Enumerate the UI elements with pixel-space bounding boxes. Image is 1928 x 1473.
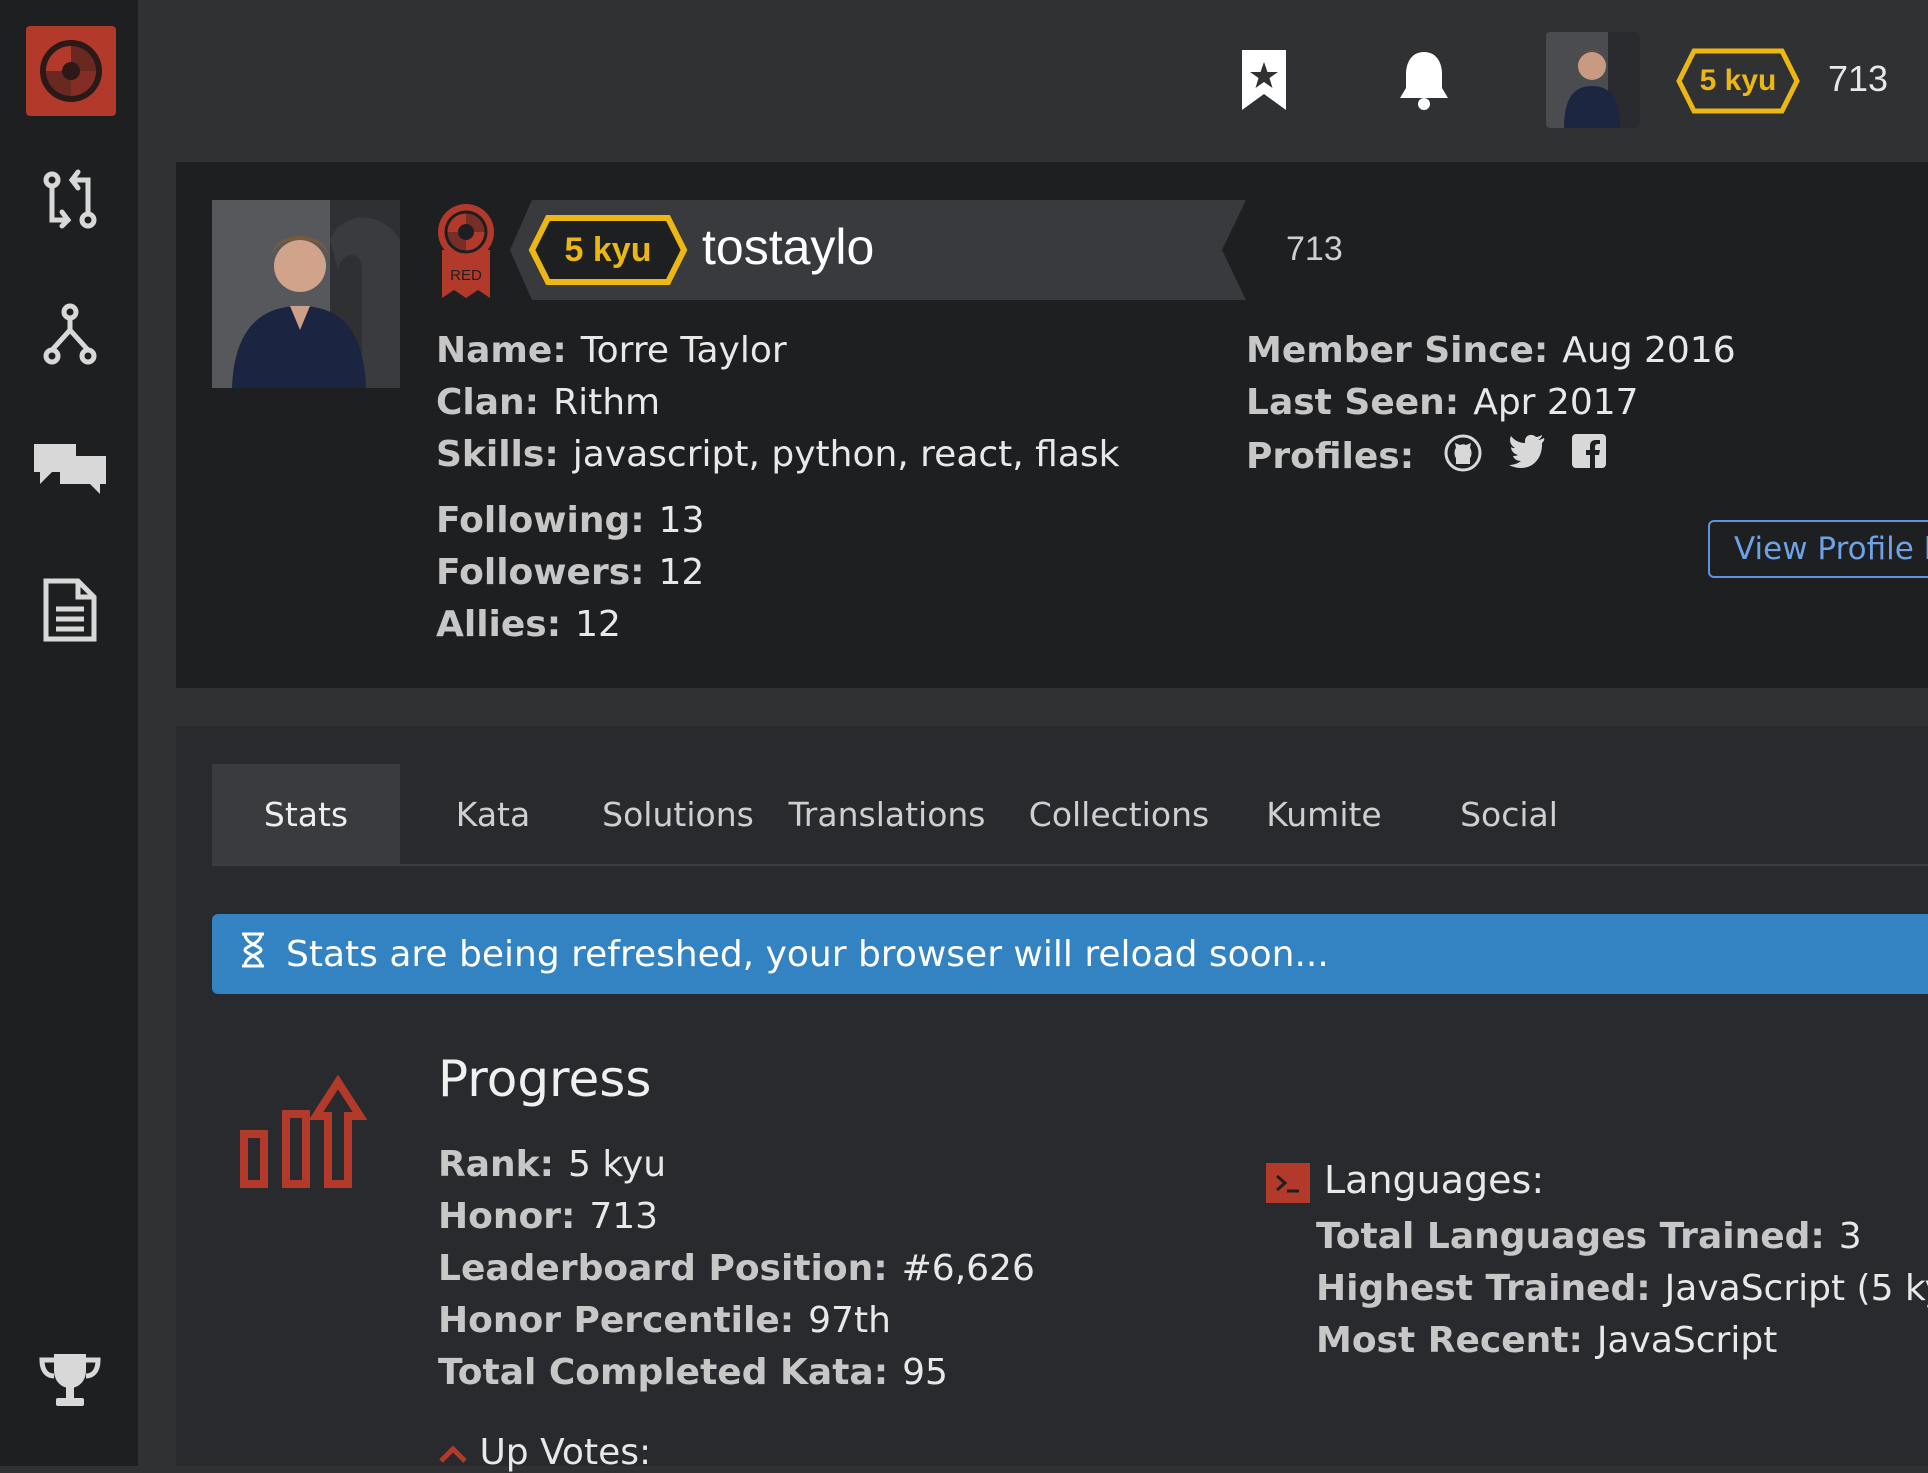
info-label: Following: bbox=[436, 500, 645, 541]
tab-translations[interactable]: Translations bbox=[770, 764, 1004, 864]
stat-value: 97th bbox=[808, 1300, 891, 1341]
info-last-seen: Last Seen: Apr 2017 bbox=[1246, 382, 1639, 423]
stat-percentile: Honor Percentile: 97th bbox=[438, 1300, 891, 1341]
tab-solutions[interactable]: Solutions bbox=[586, 764, 770, 864]
tab-collections[interactable]: Collections bbox=[1004, 764, 1234, 864]
profile-rank-badge: 5 kyu bbox=[528, 214, 688, 286]
hourglass-icon bbox=[240, 932, 266, 977]
info-label: Name: bbox=[436, 330, 567, 371]
info-label: Last Seen: bbox=[1246, 382, 1460, 423]
info-value: Aug 2016 bbox=[1562, 330, 1736, 371]
rank-ribbon-icon: RED bbox=[436, 200, 496, 300]
info-name: Name: Torre Taylor bbox=[436, 330, 787, 371]
stat-rank: Rank: 5 kyu bbox=[438, 1144, 666, 1185]
stat-label: Leaderboard Position: bbox=[438, 1248, 888, 1289]
tab-kata[interactable]: Kata bbox=[400, 764, 586, 864]
progress-title: Progress bbox=[438, 1050, 652, 1108]
stat-value: #6,626 bbox=[901, 1248, 1035, 1289]
ribbon-text: RED bbox=[450, 267, 482, 284]
stat-label: Rank: bbox=[438, 1144, 554, 1185]
info-label: Profiles: bbox=[1246, 435, 1415, 477]
stat-label: Honor: bbox=[438, 1196, 576, 1237]
tab-social[interactable]: Social bbox=[1414, 764, 1604, 864]
info-label: Followers: bbox=[436, 552, 645, 593]
stat-value: JavaScript bbox=[1596, 1320, 1778, 1361]
twitter-icon[interactable] bbox=[1508, 434, 1546, 481]
info-value: Torre Taylor bbox=[580, 330, 787, 371]
info-label: Allies: bbox=[436, 604, 562, 645]
stat-label: Highest Trained: bbox=[1316, 1268, 1651, 1309]
profile-rank-text: 5 kyu bbox=[564, 230, 652, 269]
github-icon[interactable] bbox=[1444, 434, 1482, 481]
terminal-icon bbox=[1266, 1163, 1310, 1203]
practice-icon[interactable] bbox=[30, 160, 110, 240]
upvotes-label: Up Votes: bbox=[479, 1432, 652, 1473]
alert-text: Stats are being refreshed, your browser … bbox=[286, 933, 1329, 975]
bell-icon[interactable] bbox=[1394, 46, 1454, 114]
info-skills: Skills: javascript, python, react, flask bbox=[436, 434, 1120, 475]
facebook-icon[interactable] bbox=[1571, 434, 1606, 481]
lang-recent: Most Recent: JavaScript bbox=[1316, 1320, 1777, 1361]
info-member-since: Member Since: Aug 2016 bbox=[1246, 330, 1736, 371]
stat-value: 3 bbox=[1838, 1216, 1862, 1257]
info-clan: Clan: Rithm bbox=[436, 382, 660, 423]
lang-highest: Highest Trained: JavaScript (5 kyu) bbox=[1316, 1268, 1928, 1309]
info-value: 12 bbox=[658, 552, 705, 593]
info-followers[interactable]: Followers: 12 bbox=[436, 552, 704, 593]
stat-value: 95 bbox=[902, 1352, 948, 1393]
profile-tabs: Stats Kata Solutions Translations Collec… bbox=[212, 764, 1928, 866]
profile-honor: 713 bbox=[1286, 230, 1343, 268]
top-bar bbox=[138, 0, 1928, 162]
lang-total: Total Languages Trained: 3 bbox=[1316, 1216, 1862, 1257]
stat-label: Honor Percentile: bbox=[438, 1300, 795, 1341]
header-rank-badge[interactable]: 5 kyu bbox=[1676, 48, 1800, 114]
bookmark-icon[interactable] bbox=[1236, 46, 1292, 114]
info-value: 12 bbox=[575, 604, 621, 645]
info-label: Skills: bbox=[436, 434, 559, 475]
stat-label: Total Languages Trained: bbox=[1316, 1216, 1825, 1257]
chat-icon[interactable] bbox=[30, 428, 110, 508]
stat-value: 713 bbox=[589, 1196, 659, 1237]
profile-card: RED 5 kyu tostaylo 713 Name: Torre Taylor… bbox=[176, 162, 1928, 688]
view-profile-button[interactable]: View Profile B bbox=[1708, 520, 1928, 578]
codewars-logo-icon[interactable] bbox=[26, 26, 116, 116]
tab-kumite[interactable]: Kumite bbox=[1234, 764, 1414, 864]
info-label: Clan: bbox=[436, 382, 540, 423]
stats-panel: Stats Kata Solutions Translations Collec… bbox=[176, 726, 1928, 1473]
tab-stats[interactable]: Stats bbox=[212, 764, 400, 864]
sidebar bbox=[0, 0, 138, 1466]
languages-title: Languages: bbox=[1324, 1158, 1545, 1202]
stat-completed-kata: Total Completed Kata: 95 bbox=[438, 1352, 948, 1393]
info-value: Apr 2017 bbox=[1473, 382, 1639, 423]
trophy-icon[interactable] bbox=[30, 1340, 110, 1420]
stat-label: Most Recent: bbox=[1316, 1320, 1583, 1361]
info-label: Member Since: bbox=[1246, 330, 1549, 371]
info-value: javascript, python, react, flask bbox=[572, 434, 1120, 475]
stat-leaderboard: Leaderboard Position: #6,626 bbox=[438, 1248, 1035, 1289]
header-rank-text: 5 kyu bbox=[1699, 64, 1777, 97]
info-value: 13 bbox=[658, 500, 705, 541]
stat-honor: Honor: 713 bbox=[438, 1196, 658, 1237]
upvotes-heading: Up Votes: bbox=[438, 1432, 651, 1473]
stat-value: JavaScript (5 kyu) bbox=[1664, 1268, 1928, 1309]
header-avatar[interactable] bbox=[1546, 32, 1640, 128]
docs-icon[interactable] bbox=[30, 570, 110, 650]
stat-label: Total Completed Kata: bbox=[438, 1352, 889, 1393]
refresh-alert: Stats are being refreshed, your browser … bbox=[212, 914, 1928, 994]
fork-icon[interactable] bbox=[30, 294, 110, 374]
info-following[interactable]: Following: 13 bbox=[436, 500, 704, 541]
info-allies[interactable]: Allies: 12 bbox=[436, 604, 621, 645]
progress-chart-icon bbox=[240, 1072, 370, 1196]
name-banner: 5 kyu tostaylo bbox=[510, 200, 1246, 300]
info-profiles: Profiles: bbox=[1246, 434, 1606, 481]
username: tostaylo bbox=[702, 219, 875, 275]
stat-value: 5 kyu bbox=[567, 1144, 667, 1185]
profile-avatar bbox=[212, 200, 400, 388]
info-value: Rithm bbox=[553, 382, 661, 423]
header-honor: 713 bbox=[1828, 58, 1889, 99]
chevron-up-icon bbox=[438, 1432, 479, 1473]
